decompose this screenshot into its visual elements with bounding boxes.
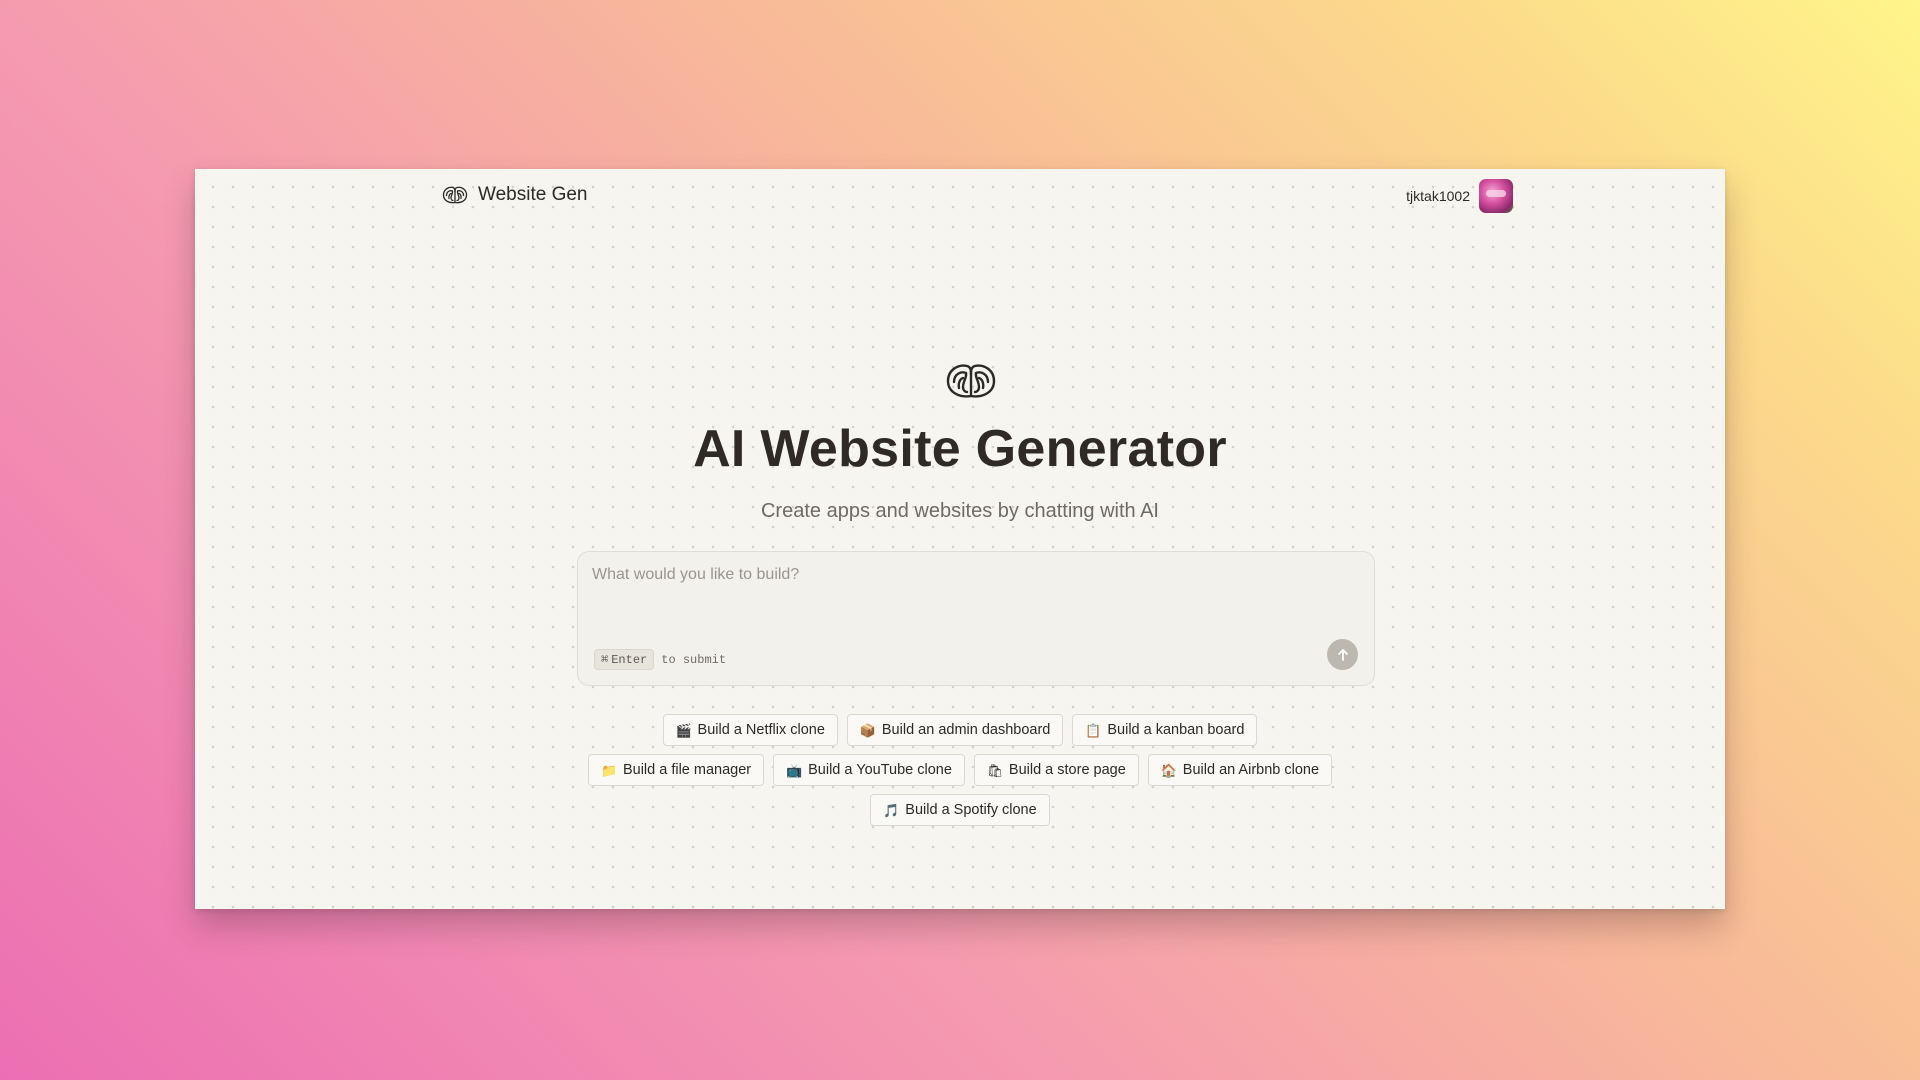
submit-hint: ⌘ Enter to submit [594,649,726,670]
suggestion-chip-label: Build a file manager [622,762,752,778]
avatar[interactable] [1479,179,1513,213]
clapperboard-icon: 🎬 [675,722,692,738]
suggestion-chip[interactable]: 📋 Build a kanban board [1072,714,1258,746]
suggestion-chip-label: Build an Airbnb clone [1182,762,1320,778]
page-title: AI Website Generator [693,420,1227,478]
shortcut-key: ⌘ Enter [594,649,655,670]
tv-icon: 📺 [786,762,803,778]
house-icon: 🏠 [1160,762,1177,778]
suggestion-chip[interactable]: 📦 Build an admin dashboard [846,714,1064,746]
arrow-up-icon [1337,648,1348,661]
suggestion-chip-label: Build an admin dashboard [881,722,1051,738]
chip-row: 🎵 Build a Spotify clone [870,794,1050,826]
shortcut-key-label: Enter [611,652,648,667]
suggestion-chips: 🎬 Build a Netflix clone 📦 Build an admin da… [195,714,1725,826]
suggestion-chip-label: Build a kanban board [1107,722,1245,738]
brain-hero-icon [946,364,996,398]
suggestion-chip[interactable]: 📺 Build a YouTube clone [773,754,965,786]
prompt-box: ⌘ Enter to submit [577,551,1375,686]
brand-name: Website Gen [478,184,588,205]
chip-row: 🎬 Build a Netflix clone 📦 Build an admin da… [662,714,1258,746]
app-window: Website Gen tjktak1002 AI Website Genera… [195,169,1725,909]
suggestion-chip[interactable]: 🎬 Build a Netflix clone [662,714,838,746]
suggestion-chip[interactable]: 🏠 Build an Airbnb clone [1147,754,1333,786]
page-subtitle: Create apps and websites by chatting wit… [760,500,1159,522]
chip-row: 📁 Build a file manager 📺 Build a YouTube cl… [587,754,1333,786]
clipboard-icon: 📋 [1085,722,1102,738]
prompt-input[interactable] [592,566,1332,626]
brain-logo-icon [442,186,468,204]
brand-link[interactable]: Website Gen [442,184,587,206]
command-icon: ⌘ [601,653,609,667]
suggestion-chip-label: Build a Netflix clone [697,722,825,738]
suggestion-chip[interactable]: 🎵 Build a Spotify clone [870,794,1050,826]
suggestion-chip[interactable]: 📁 Build a file manager [587,754,765,786]
suggestion-chip-label: Build a store page [1008,762,1126,778]
shopping-bags-icon: 🛍 [986,762,1004,778]
suggestion-chip[interactable]: 🛍 Build a store page [973,754,1139,786]
suggestion-chip-label: Build a YouTube clone [808,762,952,778]
suggestion-chip-label: Build a Spotify clone [905,802,1037,818]
package-icon: 📦 [859,722,877,738]
submit-button[interactable] [1327,639,1358,670]
hint-text: to submit [661,652,727,667]
username: tjktak1002 [1406,188,1470,204]
user-menu[interactable]: tjktak1002 [1406,179,1513,213]
folder-icon: 📁 [600,762,618,778]
music-note-icon: 🎵 [883,802,900,818]
top-nav: Website Gen tjktak1002 [195,169,1725,227]
